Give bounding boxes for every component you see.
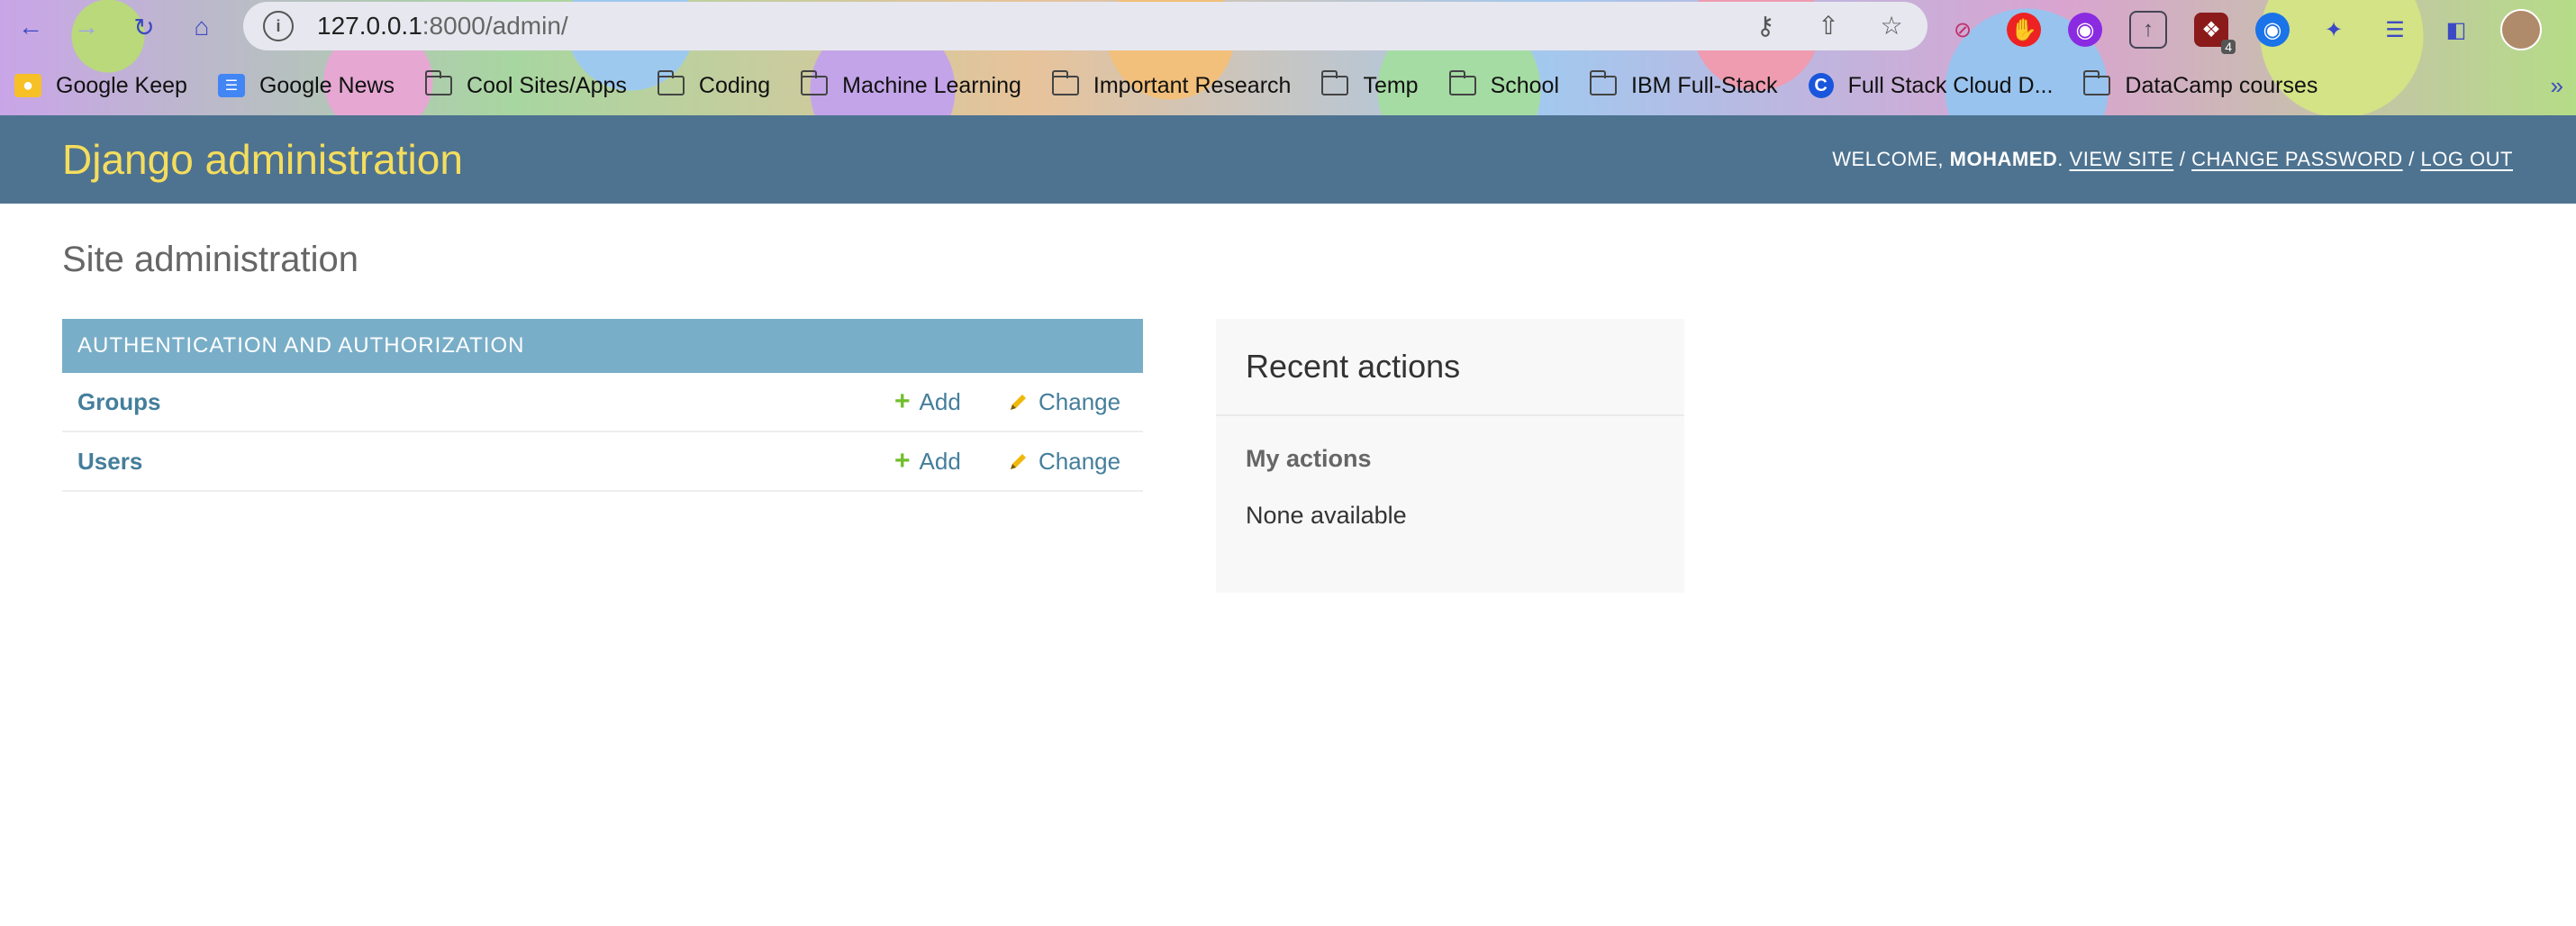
bookmark-label: Full Stack Cloud D... — [1847, 72, 2054, 98]
pencil-icon — [1008, 450, 1029, 472]
menu-kebab-icon[interactable]: ⋮ — [2569, 13, 2576, 47]
address-bar[interactable]: i 127.0.0.1:8000/admin/ ⚷ ⇧ ☆ — [243, 2, 1927, 50]
folder-icon — [1448, 70, 1476, 97]
upload-extension-icon[interactable]: ↑ — [2129, 11, 2167, 49]
extensions-bar: ⊘ ✋ ◉ ↑ ❖4 ◉ ✦ ☰ ◧ ⋮ — [1946, 9, 2576, 54]
add-users-link[interactable]: + Add — [894, 448, 961, 476]
home-icon[interactable]: ⌂ — [184, 9, 220, 45]
change-groups-link[interactable]: Change — [1008, 388, 1120, 416]
model-link-groups[interactable]: Groups — [77, 388, 160, 416]
bookmark-folder[interactable]: DataCamp courses — [2083, 70, 2318, 99]
bookmarks-bar: ● Google Keep ☰ Google News Cool Sites/A… — [0, 61, 2576, 110]
more-bookmarks-icon[interactable]: » — [2551, 72, 2563, 100]
purple-extension-icon[interactable]: ◉ — [2068, 13, 2102, 47]
folder-icon — [657, 70, 685, 97]
bookmark-label: School — [1490, 72, 1560, 98]
bookmark-label: Google Keep — [56, 72, 187, 98]
welcome-text: WELCOME, — [1832, 148, 1945, 170]
user-tools: WELCOME, MOHAMED. VIEW SITE / CHANGE PAS… — [1832, 148, 2513, 171]
admin-header: Django administration WELCOME, MOHAMED. … — [0, 115, 2576, 204]
bookmark-label: Temp — [1363, 72, 1419, 98]
extension-badge: 4 — [2221, 40, 2236, 54]
my-actions-heading: My actions — [1246, 445, 1372, 472]
username: MOHAMED — [1949, 148, 2058, 170]
plus-icon: + — [894, 386, 911, 416]
bookmark-folder[interactable]: Machine Learning — [801, 70, 1021, 99]
bookmark-folder[interactable]: IBM Full-Stack — [1590, 70, 1778, 99]
add-groups-link[interactable]: + Add — [894, 388, 961, 416]
site-branding[interactable]: Django administration — [62, 135, 463, 184]
log-out-link[interactable]: LOG OUT — [2420, 148, 2513, 170]
google-news-icon: ☰ — [217, 74, 245, 97]
folder-icon — [1590, 70, 1618, 97]
bookmark-folder[interactable]: Coding — [657, 70, 771, 99]
adblock-extension-icon[interactable]: ✋ — [2007, 13, 2041, 47]
folder-icon — [425, 70, 453, 97]
url-host: 127.0.0.1 — [317, 12, 422, 40]
app-module-auth: AUTHENTICATION AND AUTHORIZATION Groups … — [62, 319, 1143, 492]
change-label: Change — [1039, 387, 1121, 415]
share-icon[interactable]: ⇧ — [1812, 9, 1845, 41]
url-text[interactable]: 127.0.0.1:8000/admin/ — [317, 12, 568, 41]
puzzle-icon[interactable]: ✦ — [2317, 13, 2351, 47]
recent-actions-panel: Recent actions My actions None available — [1216, 319, 1684, 593]
separator: / — [2179, 148, 2186, 170]
folder-icon — [801, 70, 829, 97]
bookmark-folder[interactable]: Important Research — [1051, 70, 1292, 99]
reload-icon[interactable]: ↻ — [126, 9, 162, 45]
url-path: :8000/admin/ — [422, 12, 568, 40]
period: . — [2057, 148, 2064, 170]
coursera-icon: C — [1808, 73, 1834, 98]
bookmark-label: DataCamp courses — [2125, 72, 2318, 98]
bookmark-folder[interactable]: School — [1448, 70, 1560, 99]
site-info-icon[interactable]: i — [263, 11, 294, 41]
bookmark-folder[interactable]: Temp — [1321, 70, 1419, 99]
plus-icon: + — [894, 446, 911, 476]
bookmark-label: Important Research — [1093, 72, 1292, 98]
ublock-extension-icon[interactable]: ❖ 4 — [2194, 13, 2236, 54]
bookmark-label: Cool Sites/Apps — [467, 72, 627, 98]
bookmark-google-keep[interactable]: ● Google Keep — [14, 73, 187, 99]
reading-list-icon[interactable]: ☰ — [2378, 13, 2412, 47]
block-extension-icon[interactable]: ⊘ — [1946, 13, 1980, 47]
model-link-users[interactable]: Users — [77, 448, 142, 476]
google-keep-icon: ● — [14, 74, 41, 97]
key-icon[interactable]: ⚷ — [1749, 9, 1782, 41]
change-password-link[interactable]: CHANGE PASSWORD — [2191, 148, 2402, 170]
recent-actions-title: Recent actions — [1216, 319, 1684, 416]
folder-icon — [2083, 70, 2111, 97]
module-caption[interactable]: AUTHENTICATION AND AUTHORIZATION — [62, 319, 1143, 373]
table-row: Users + Add Change — [62, 432, 1143, 492]
change-users-link[interactable]: Change — [1008, 448, 1120, 476]
add-label: Add — [919, 387, 961, 415]
profile-avatar[interactable] — [2500, 9, 2542, 50]
record-extension-icon[interactable]: ◉ — [2255, 13, 2290, 47]
folder-icon — [1051, 70, 1079, 97]
bookmark-label: IBM Full-Stack — [1631, 72, 1778, 98]
add-label: Add — [919, 447, 961, 475]
pencil-icon — [1008, 391, 1029, 413]
folder-icon — [1321, 70, 1349, 97]
browser-toolbar: ← → ↻ ⌂ i 127.0.0.1:8000/admin/ ⚷ ⇧ ☆ ⊘ … — [0, 0, 2576, 54]
back-icon[interactable]: ← — [13, 9, 49, 45]
table-row: Groups + Add Change — [62, 373, 1143, 432]
bookmark-label: Coding — [698, 72, 771, 98]
bookmark-google-news[interactable]: ☰ Google News — [217, 72, 395, 99]
page-title: Site administration — [62, 240, 359, 279]
change-label: Change — [1039, 447, 1121, 475]
bookmark-site[interactable]: C Full Stack Cloud D... — [1808, 72, 2054, 99]
bookmark-star-icon[interactable]: ☆ — [1875, 9, 1908, 41]
separator: / — [2408, 148, 2415, 170]
view-site-link[interactable]: VIEW SITE — [2070, 148, 2174, 170]
browser-chrome: ← → ↻ ⌂ i 127.0.0.1:8000/admin/ ⚷ ⇧ ☆ ⊘ … — [0, 0, 2576, 115]
bookmark-label: Machine Learning — [842, 72, 1021, 98]
forward-icon[interactable]: → — [68, 9, 104, 45]
empty-state-text: None available — [1246, 502, 1407, 529]
side-panel-icon[interactable]: ◧ — [2439, 13, 2473, 47]
bookmark-folder[interactable]: Cool Sites/Apps — [425, 70, 627, 99]
bookmark-label: Google News — [259, 72, 395, 98]
